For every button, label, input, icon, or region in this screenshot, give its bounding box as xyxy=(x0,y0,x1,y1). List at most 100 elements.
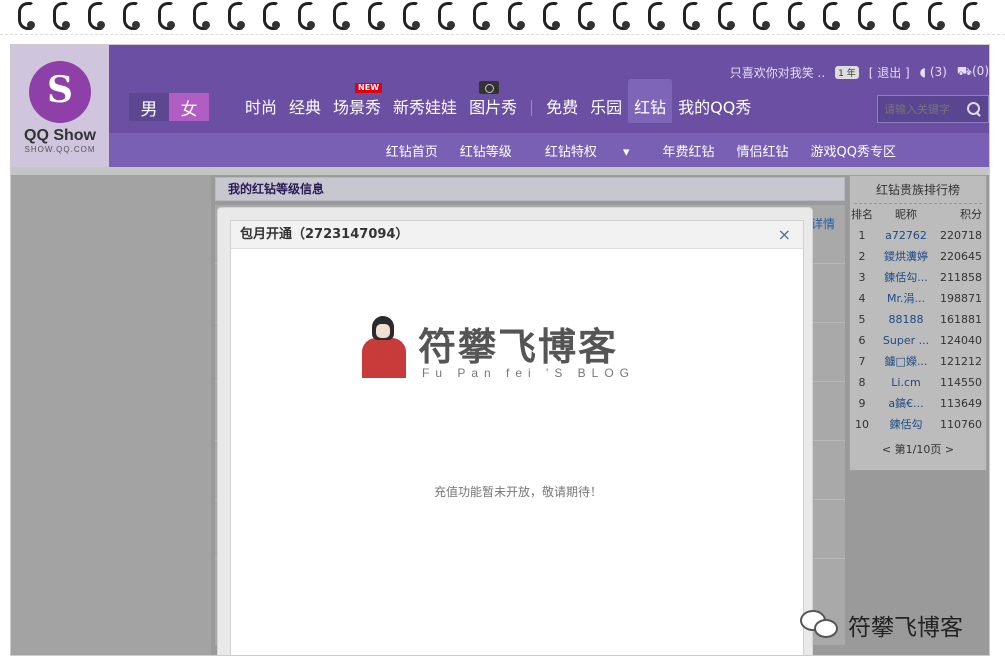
qqshow-logo[interactable]: S QQ Show SHOW.QQ.COM xyxy=(11,45,109,167)
nav-item-doll[interactable]: 新秀娃娃 xyxy=(387,93,463,123)
subnav-item-privilege-label: 红钻特权 xyxy=(544,144,597,160)
binder-ring-icon xyxy=(333,2,350,30)
search-box xyxy=(877,95,989,123)
nav-item-my-qqshow[interactable]: 我的QQ秀 xyxy=(672,93,757,123)
close-icon[interactable]: × xyxy=(778,221,791,249)
nav-item-photo[interactable]: 图片秀 xyxy=(463,81,523,123)
site-header: S QQ Show SHOW.QQ.COM 只喜欢你对我笑 .. 1 年 [ 退… xyxy=(11,45,989,173)
binder-ring-icon xyxy=(123,2,140,30)
rank-nickname-link[interactable]: a鎬€... xyxy=(874,393,938,414)
rank-nickname-link[interactable]: Super ... xyxy=(874,330,938,351)
rank-nickname-link[interactable]: 鐪□嬫... xyxy=(874,351,938,372)
watermark-subtitle: Fu Pan fei 'S BLOG xyxy=(422,366,636,380)
nav-item-classic[interactable]: 经典 xyxy=(283,93,327,123)
binder-ring-icon xyxy=(928,2,945,30)
main-nav: 时尚 经典 NEW 场景秀 新秀娃娃 图片秀 免费 乐园 红钻 我的QQ秀 xyxy=(239,79,757,123)
binder-ring-icon xyxy=(613,2,630,30)
nav-item-free[interactable]: 免费 xyxy=(540,93,584,123)
chevron-down-icon: ▾ xyxy=(622,144,630,160)
nav-divider xyxy=(531,100,533,116)
gender-male-button[interactable]: 男 xyxy=(129,93,169,121)
binder-ring-icon xyxy=(858,2,875,30)
logo-brand-text: QQ Show xyxy=(24,127,96,144)
rank-score: 110760 xyxy=(940,418,982,431)
vip-year-badge: 1 年 xyxy=(835,65,859,79)
level-info-title: 我的红钻等级信息 xyxy=(215,177,845,201)
logo-mark-icon: S xyxy=(29,61,91,123)
rank-nickname-link[interactable]: 88188 xyxy=(874,309,938,330)
username-link[interactable]: 只喜欢你对我笑 .. xyxy=(730,64,825,81)
binder-ring-icon xyxy=(473,2,490,30)
monthly-subscription-dialog: 包月开通（2723147094） × 充值功能暂未开放，敬请期待！ xyxy=(217,207,813,655)
search-input[interactable] xyxy=(884,102,966,116)
cart-count: (0) xyxy=(972,64,989,78)
rank-number: 3 xyxy=(858,271,866,284)
gender-switch: 男 女 xyxy=(129,93,209,121)
rank-number: 2 xyxy=(858,250,866,263)
binder-ring-icon xyxy=(578,2,595,30)
ranking-col-nickname: 昵称 xyxy=(895,208,917,221)
rank-number: 1 xyxy=(858,229,866,242)
nav-item-fashion[interactable]: 时尚 xyxy=(239,93,283,123)
subnav-item-game[interactable]: 游戏QQ秀专区 xyxy=(800,141,907,160)
binder-ring-icon xyxy=(53,2,70,30)
ranking-row: 5 88188 161881 xyxy=(850,309,986,330)
subnav-item-annual[interactable]: 年费红钻 xyxy=(652,141,726,160)
binder-ring-icon xyxy=(88,2,105,30)
rank-score: 198871 xyxy=(940,292,982,305)
wechat-icon xyxy=(800,610,840,640)
rank-nickname-link[interactable]: Mr.涓... xyxy=(874,288,938,309)
binder-ring-icon xyxy=(263,2,280,30)
subnav-item-level[interactable]: 红钻等级 xyxy=(449,141,523,173)
binder-ring-icon xyxy=(368,2,385,30)
search-icon[interactable] xyxy=(966,101,982,117)
header-shadow-strip xyxy=(11,167,989,175)
binder-ring-icon xyxy=(228,2,245,30)
subnav-item-privilege[interactable]: 红钻特权 ▾ xyxy=(523,141,652,160)
gender-female-button[interactable]: 女 xyxy=(169,93,209,121)
rank-nickname-link[interactable]: a72762 xyxy=(874,225,938,246)
new-tag-badge: NEW xyxy=(355,83,383,93)
wechat-watermark: 符攀飞博客 xyxy=(800,608,963,642)
rank-nickname-link[interactable]: 鑁烘瀵婷 xyxy=(874,246,938,267)
nav-item-scene-label: 场景秀 xyxy=(333,98,382,117)
ranking-row: 9 a鎬€... 113649 xyxy=(850,393,986,414)
logo-domain-text: SHOW.QQ.COM xyxy=(24,145,96,154)
ranking-row: 2 鑁烘瀵婷 220645 xyxy=(850,246,986,267)
rank-nickname-link[interactable]: 鍊佸勾 xyxy=(874,414,938,435)
ranking-row: 10 鍊佸勾 110760 xyxy=(850,414,986,435)
ranking-title: 红钻贵族排行榜 xyxy=(854,176,982,204)
nav-item-red-diamond[interactable]: 红钻 xyxy=(628,79,673,123)
rank-nickname-link[interactable]: 鍊佸勾... xyxy=(874,267,938,288)
nav-item-photo-label: 图片秀 xyxy=(469,98,518,117)
rank-score: 220645 xyxy=(940,250,982,263)
ranking-row: 7 鐪□嬫... 121212 xyxy=(850,351,986,372)
binder-ring-icon xyxy=(403,2,420,30)
binding-perforation xyxy=(0,34,1005,44)
speaker-icon: ◖ xyxy=(919,65,927,79)
ranking-pager[interactable]: < 第1/10页 > xyxy=(850,441,986,457)
rank-score: 121212 xyxy=(940,355,982,368)
rank-score: 220718 xyxy=(940,229,982,242)
nav-item-scene[interactable]: NEW 场景秀 xyxy=(327,83,387,123)
rank-nickname-link[interactable]: Li.cm xyxy=(874,372,938,393)
detail-link[interactable]: 详情 xyxy=(811,215,835,232)
camera-icon xyxy=(479,81,500,94)
recharge-notice: 充值功能暂未开放，敬请期待！ xyxy=(433,485,602,499)
blog-watermark: 符攀飞博客 Fu Pan fei 'S BLOG xyxy=(360,316,640,386)
rank-number: 6 xyxy=(858,334,866,347)
left-column xyxy=(11,175,211,655)
ranking-panel: 红钻贵族排行榜 排名 昵称 积分 1 a72762 220718 2 鑁烘瀵婷 2206… xyxy=(849,175,987,471)
subnav-item-home[interactable]: 红钻首页 xyxy=(375,141,449,160)
binder-ring-icon xyxy=(18,2,35,30)
subnav-item-couple[interactable]: 情侣红钻 xyxy=(726,141,800,160)
cart-link[interactable]: ⛟(0) xyxy=(957,64,989,80)
dialog-header: 包月开通（2723147094） × xyxy=(231,221,803,249)
nav-item-park[interactable]: 乐园 xyxy=(584,93,628,123)
binder-ring-icon xyxy=(543,2,560,30)
logout-link[interactable]: [ 退出 ] xyxy=(869,64,910,81)
binder-ring-icon xyxy=(508,2,525,30)
messages-link[interactable]: ◖ (3) xyxy=(920,65,947,79)
avatar-face xyxy=(376,324,390,338)
dialog-title: 包月开通（2723147094） xyxy=(240,227,409,242)
